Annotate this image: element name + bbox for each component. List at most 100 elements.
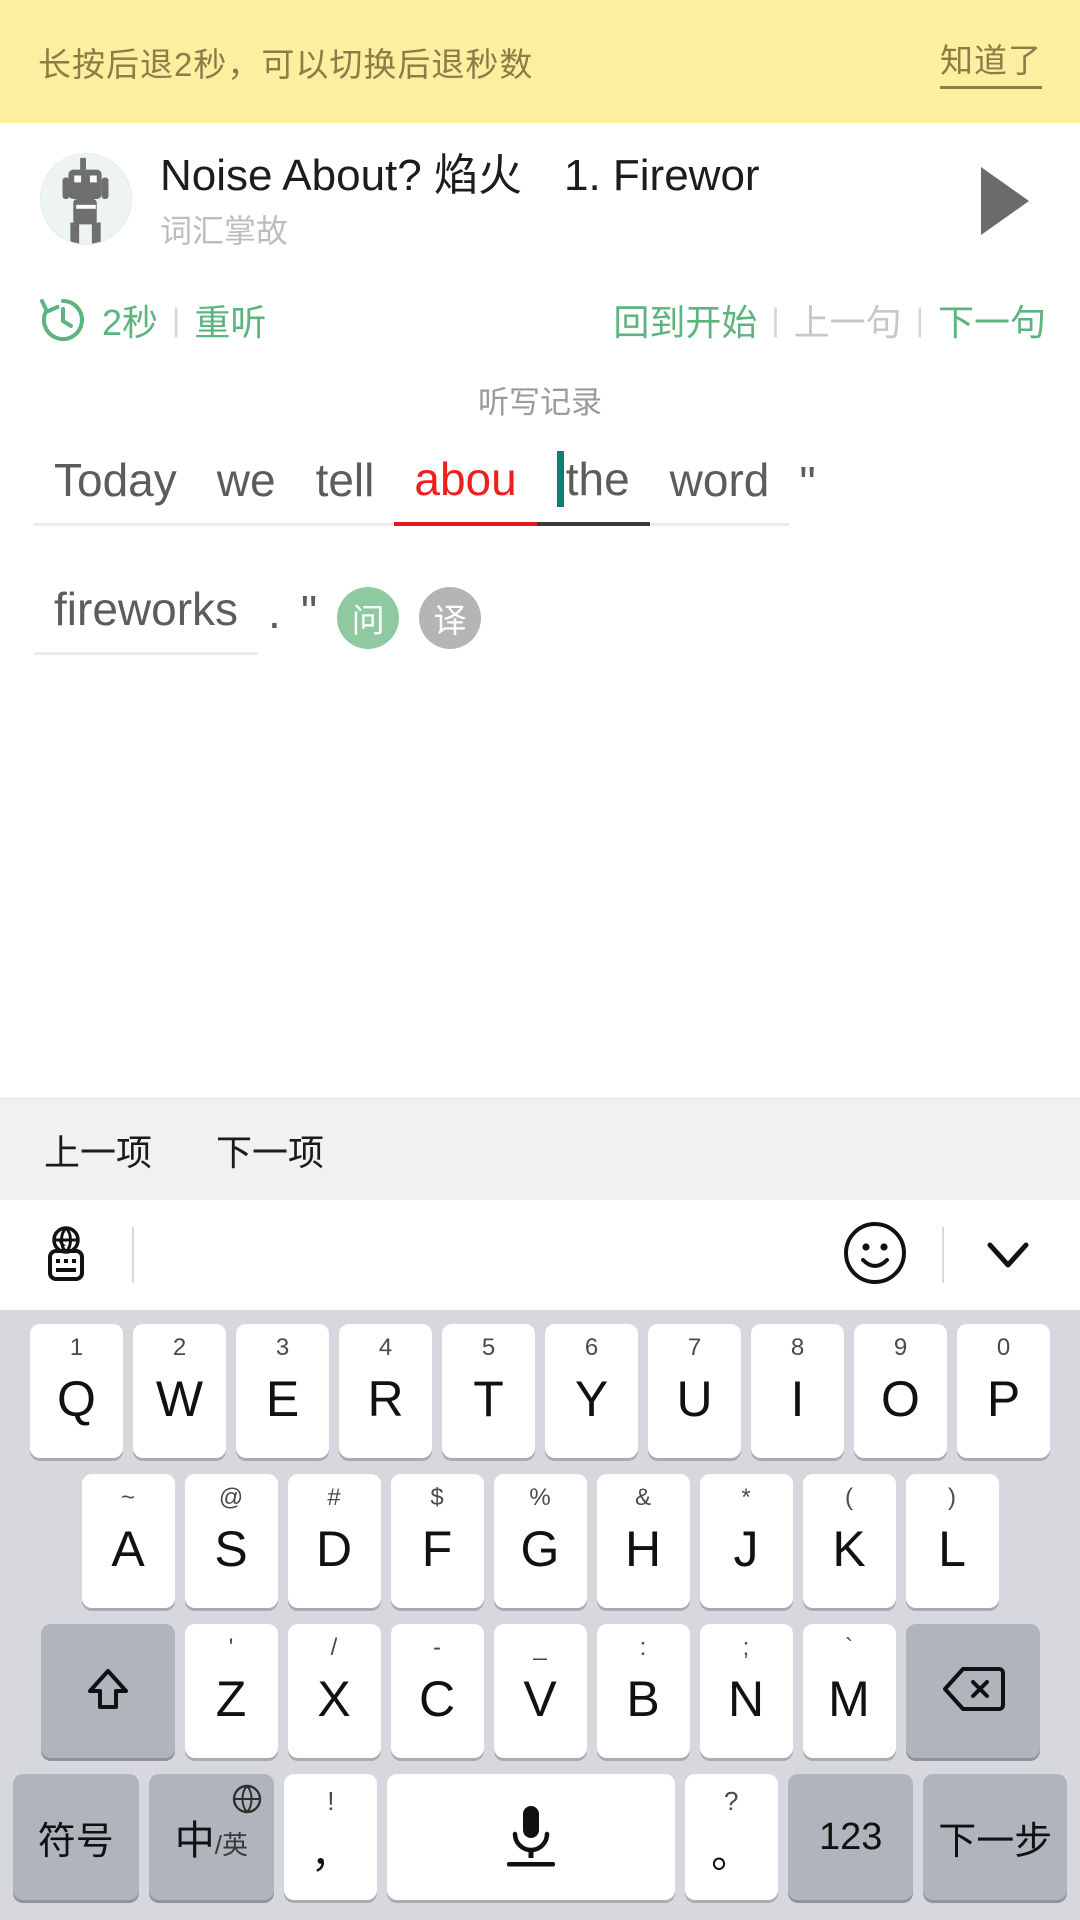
key-label: T bbox=[473, 1371, 504, 1427]
key-r[interactable]: 4R bbox=[339, 1324, 432, 1458]
key-l[interactable]: ) L bbox=[905, 1474, 999, 1608]
key-label: G bbox=[520, 1521, 560, 1577]
episode-subtitle: 词汇掌故 bbox=[160, 213, 289, 249]
key-t[interactable]: 5T bbox=[442, 1324, 535, 1458]
key-numbers[interactable]: 123 bbox=[787, 1774, 914, 1900]
input-nav-toolbar: 上一项 下一项 bbox=[0, 1098, 1080, 1200]
dictation-word-text: tell bbox=[315, 454, 375, 506]
key-label: Y bbox=[574, 1371, 609, 1427]
dictation-word-text: " bbox=[300, 586, 318, 638]
dictation-word[interactable]: Today bbox=[34, 445, 197, 526]
key-i[interactable]: 8I bbox=[751, 1324, 844, 1458]
key-backspace[interactable] bbox=[905, 1624, 1040, 1758]
key-label: X bbox=[317, 1671, 351, 1727]
key-p[interactable]: 0P bbox=[957, 1324, 1050, 1458]
key-k[interactable]: (K bbox=[802, 1474, 896, 1608]
dictation-word[interactable]: the bbox=[536, 444, 650, 526]
dictation-word[interactable]: " bbox=[291, 577, 327, 655]
key-h[interactable]: & H bbox=[596, 1474, 690, 1608]
smiley-icon[interactable] bbox=[842, 1220, 908, 1291]
key-q[interactable]: 1Q bbox=[30, 1324, 123, 1458]
key-label: 下一步 bbox=[938, 1820, 1053, 1863]
dictation-word-text: " bbox=[799, 457, 816, 509]
chevron-down-icon[interactable] bbox=[978, 1223, 1038, 1288]
key-shift[interactable] bbox=[40, 1624, 175, 1758]
key-j[interactable]: * J bbox=[699, 1474, 793, 1608]
key-hint: ? bbox=[723, 1786, 739, 1816]
replay-button[interactable]: 重听 bbox=[194, 294, 266, 346]
key-s[interactable]: @ S bbox=[184, 1474, 278, 1608]
key-label: L bbox=[938, 1521, 966, 1577]
key-label: D bbox=[315, 1521, 353, 1577]
key-hint: % bbox=[529, 1484, 551, 1511]
prev-item-button[interactable]: 上一项 bbox=[44, 1124, 152, 1176]
translate-badge[interactable]: 译 bbox=[419, 587, 482, 649]
dictation-word[interactable]: " bbox=[789, 448, 825, 526]
ime-divider bbox=[132, 1227, 134, 1283]
playback-controls-left: 2秒 | 重听 bbox=[36, 293, 266, 347]
key-period[interactable]: ? 。 bbox=[684, 1774, 778, 1900]
key-label: H bbox=[624, 1521, 662, 1577]
dictation-area[interactable]: Today we tell abou the word " fireworks. " 问译 bbox=[0, 422, 1080, 1098]
dictation-word-text: abou bbox=[414, 453, 517, 505]
key-y[interactable]: 6Y bbox=[545, 1324, 638, 1458]
key-hint: 5 bbox=[481, 1334, 496, 1361]
key-space[interactable] bbox=[387, 1774, 675, 1900]
key-label: O bbox=[881, 1371, 920, 1427]
title-block: Noise About? 焰火 1. Firewor 词汇掌故 bbox=[160, 147, 960, 255]
play-triangle-icon bbox=[981, 167, 1029, 235]
dictation-word[interactable]: abou bbox=[394, 444, 537, 526]
dictation-word[interactable]: we bbox=[196, 445, 296, 526]
next-sentence-button[interactable]: 下一句 bbox=[938, 294, 1046, 346]
rewind-seconds-label[interactable]: 2秒 bbox=[102, 294, 158, 346]
key-u[interactable]: 7U bbox=[648, 1324, 741, 1458]
episode-sequence: 1. Firewor bbox=[563, 151, 760, 200]
key-e[interactable]: 3E bbox=[236, 1324, 329, 1458]
key-a[interactable]: ~ A bbox=[81, 1474, 175, 1608]
key-hint: _ bbox=[533, 1634, 547, 1661]
key-d[interactable]: # D bbox=[287, 1474, 381, 1608]
key-hint: 0 bbox=[996, 1334, 1011, 1361]
key-label: Z bbox=[215, 1671, 247, 1727]
prev-sentence-button[interactable]: 上一句 bbox=[794, 294, 902, 346]
dictation-word-text: . bbox=[268, 586, 281, 638]
next-item-button[interactable]: 下一项 bbox=[216, 1124, 324, 1176]
key-hint: ( bbox=[845, 1484, 853, 1511]
ask-badge[interactable]: 问 bbox=[337, 587, 400, 649]
dictation-word[interactable]: word bbox=[649, 445, 790, 526]
key-hint: / bbox=[330, 1634, 338, 1661]
episode-header: Noise About? 焰火 1. Firewor 词汇掌故 bbox=[0, 123, 1080, 273]
key-z[interactable]: ' Z bbox=[184, 1624, 278, 1758]
dictation-word[interactable]: . bbox=[258, 577, 291, 655]
key-m[interactable]: ` M bbox=[802, 1624, 896, 1758]
key-x[interactable]: / X bbox=[287, 1624, 381, 1758]
rewind-2s-icon[interactable] bbox=[36, 293, 90, 347]
key-label: F bbox=[421, 1521, 453, 1577]
key-b[interactable]: :B bbox=[596, 1624, 690, 1758]
tip-dismiss-button[interactable]: 知道了 bbox=[940, 34, 1042, 89]
avatar[interactable] bbox=[40, 153, 132, 245]
key-next-step[interactable]: 下一步 bbox=[923, 1774, 1067, 1900]
dictation-word[interactable]: tell bbox=[295, 445, 395, 526]
key-comma[interactable]: ! ， bbox=[284, 1774, 378, 1900]
key-symbols[interactable]: 符号 bbox=[13, 1774, 139, 1900]
key-label: I bbox=[790, 1371, 805, 1427]
dictation-word[interactable]: fireworks bbox=[34, 574, 259, 655]
app-root: 长按后退2秒，可以切换后退秒数 知道了 Noise About? 焰火 1. F… bbox=[0, 0, 1080, 1920]
globe-keyboard-icon[interactable] bbox=[34, 1221, 98, 1290]
key-label: 符号 bbox=[37, 1820, 114, 1863]
key-f[interactable]: $ F bbox=[390, 1474, 484, 1608]
key-o[interactable]: 9O bbox=[854, 1324, 947, 1458]
key-label: R bbox=[367, 1371, 404, 1427]
key-hint: ~ bbox=[120, 1484, 135, 1511]
key-g[interactable]: % G bbox=[493, 1474, 587, 1608]
key-c[interactable]: -C bbox=[390, 1624, 484, 1758]
restart-button[interactable]: 回到开始 bbox=[613, 294, 757, 346]
key-n[interactable]: ; N bbox=[699, 1624, 793, 1758]
key-label: 123 bbox=[818, 1815, 883, 1858]
play-button[interactable] bbox=[960, 155, 1050, 247]
key-w[interactable]: 2W bbox=[133, 1324, 226, 1458]
key-v[interactable]: _ V bbox=[493, 1624, 587, 1758]
dictation-line-1: Today we tell abou the word " bbox=[34, 444, 1046, 526]
key-language-toggle[interactable]: 中/英 bbox=[148, 1774, 275, 1900]
